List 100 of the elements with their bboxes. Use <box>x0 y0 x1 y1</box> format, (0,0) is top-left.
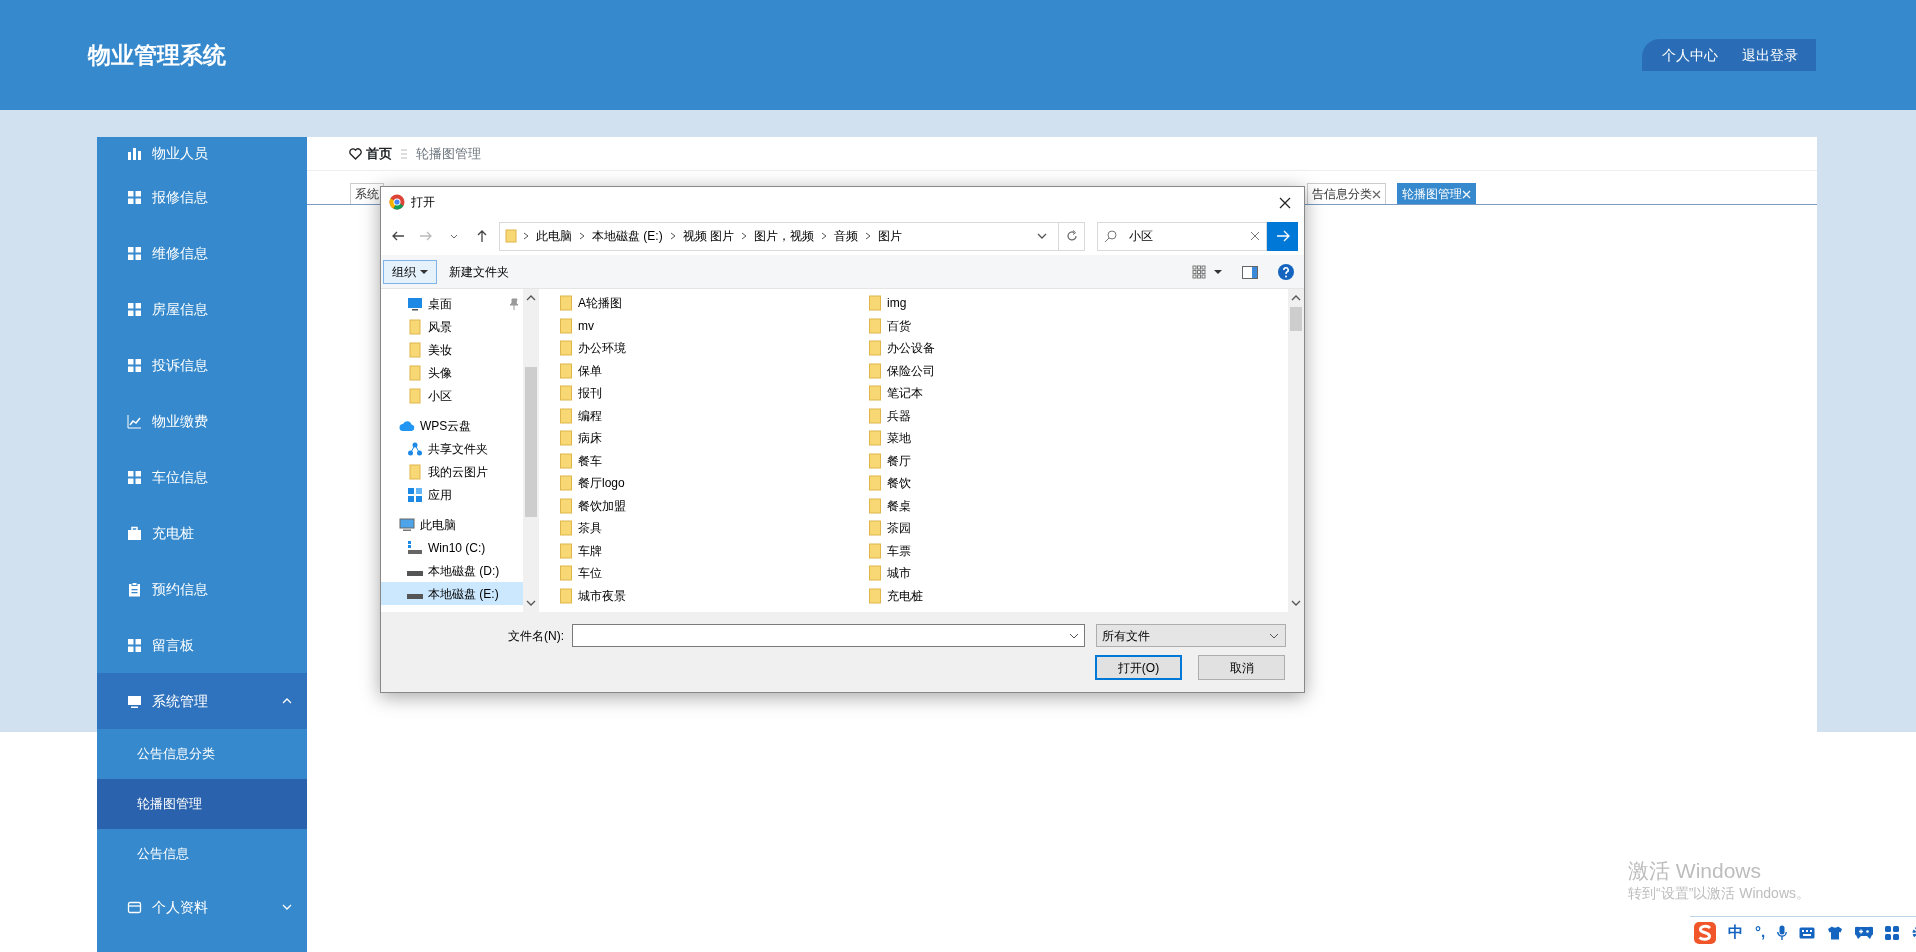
nav-item[interactable]: 头像 <box>381 361 523 384</box>
file-item[interactable]: 笔记本 <box>868 382 1177 405</box>
nav-item[interactable]: 本地磁盘 (D:) <box>381 559 523 582</box>
header-link[interactable]: 退出登录 <box>1742 44 1798 66</box>
nav-item[interactable]: WPS云盘 <box>381 414 523 437</box>
file-item[interactable]: 车位 <box>559 562 868 585</box>
tab[interactable]: 系统 <box>350 183 384 204</box>
cancel-button[interactable]: 取消 <box>1198 655 1285 680</box>
sidebar-item[interactable]: 车位信息 <box>97 449 307 505</box>
nav-item[interactable]: 桌面 <box>381 292 523 315</box>
drive-icon <box>407 571 423 576</box>
search-field[interactable]: 小区 <box>1097 221 1267 251</box>
path-segment[interactable]: 音频 <box>828 227 864 245</box>
nav-item[interactable]: 小区 <box>381 384 523 407</box>
sidebar-item[interactable]: 投诉信息 <box>97 337 307 393</box>
file-item[interactable]: A轮播图 <box>559 292 868 315</box>
nav-item[interactable]: 共享文件夹 <box>381 437 523 460</box>
sidebar-item[interactable]: 系统管理 <box>97 673 307 729</box>
folder-icon <box>407 341 423 358</box>
organize-button[interactable]: 组织 <box>383 259 437 284</box>
file-item[interactable]: 餐厅 <box>868 449 1177 472</box>
nav-item[interactable]: 应用 <box>381 483 523 506</box>
file-item[interactable]: 办公设备 <box>868 337 1177 360</box>
file-item[interactable]: 编程 <box>559 404 868 427</box>
file-item[interactable]: 百货 <box>868 314 1177 337</box>
search-button[interactable] <box>1267 221 1298 251</box>
file-item[interactable]: 办公环境 <box>559 337 868 360</box>
file-item[interactable]: img <box>868 292 1177 315</box>
shirt-icon[interactable] <box>1827 925 1844 940</box>
keyboard-icon[interactable] <box>1799 926 1816 939</box>
sidebar-item[interactable]: 物业缴费 <box>97 393 307 449</box>
file-item[interactable]: 餐厅logo <box>559 472 868 495</box>
sidebar-subitem[interactable]: 公告信息分类 <box>97 729 307 779</box>
home-link[interactable]: 首页 <box>349 143 392 164</box>
microphone-icon[interactable] <box>1777 924 1788 941</box>
drive-icon <box>407 594 423 599</box>
gamepad-icon[interactable] <box>1855 925 1874 940</box>
new-folder-button[interactable]: 新建文件夹 <box>441 260 517 283</box>
filename-field[interactable] <box>572 624 1085 647</box>
sidebar-item[interactable]: 物业人员 <box>97 137 307 169</box>
scroll-thumb[interactable] <box>1290 307 1302 331</box>
sidebar-subitem[interactable]: 轮播图管理 <box>97 779 307 829</box>
folder-icon <box>407 387 423 404</box>
path-segment[interactable]: 图片 <box>872 227 908 245</box>
sidebar-item[interactable]: 维修信息 <box>97 225 307 281</box>
header-link[interactable]: 个人中心 <box>1662 44 1718 66</box>
sidebar-item[interactable]: 预约信息 <box>97 561 307 617</box>
nav-item[interactable]: 本地磁盘 (E:) <box>381 582 523 605</box>
file-item[interactable]: 车牌 <box>559 539 868 562</box>
grid-icon <box>127 637 142 653</box>
file-item[interactable]: 保单 <box>559 359 868 382</box>
file-item[interactable]: 城市 <box>868 562 1177 585</box>
folder-icon <box>868 587 882 604</box>
file-item[interactable]: 茶园 <box>868 517 1177 540</box>
path-segment[interactable]: 此电脑 <box>530 227 578 245</box>
apps-icon[interactable] <box>1885 925 1900 940</box>
scroll-thumb[interactable] <box>525 367 537 517</box>
file-item[interactable]: 餐饮加盟 <box>559 494 868 517</box>
file-item[interactable]: 餐饮 <box>868 472 1177 495</box>
clipboard-icon <box>127 581 142 597</box>
file-item[interactable]: 茶具 <box>559 517 868 540</box>
nav-item[interactable]: 风景 <box>381 315 523 338</box>
nav-item[interactable]: 美妆 <box>381 338 523 361</box>
address-bar[interactable]: 此电脑 本地磁盘 (E:) 视频 图片 图片，视频 音频 图片 <box>499 221 1085 251</box>
open-button[interactable]: 打开(O) <box>1095 655 1182 680</box>
sidebar-item[interactable]: 个人资料 <box>97 879 307 935</box>
path-segment[interactable]: 图片，视频 <box>748 227 820 245</box>
file-item[interactable]: 菜地 <box>868 427 1177 450</box>
sidebar-item[interactable]: 报修信息 <box>97 169 307 225</box>
sidebar-item[interactable]: 房屋信息 <box>97 281 307 337</box>
tab[interactable]: 轮播图管理 <box>1397 183 1476 204</box>
scrollbar[interactable] <box>523 289 539 612</box>
grid-icon <box>127 245 142 261</box>
file-item[interactable]: 城市夜景 <box>559 584 868 607</box>
sidebar-item[interactable]: 充电桩 <box>97 505 307 561</box>
sidebar-subitem[interactable]: 公告信息 <box>97 829 307 879</box>
scrollbar[interactable] <box>1288 289 1304 612</box>
file-item[interactable]: 车票 <box>868 539 1177 562</box>
tab[interactable]: 告信息分类 <box>1307 183 1386 204</box>
file-item[interactable]: 保险公司 <box>868 359 1177 382</box>
path-segment[interactable]: 本地磁盘 (E:) <box>586 227 669 245</box>
file-item[interactable]: 餐桌 <box>868 494 1177 517</box>
nav-item[interactable]: Win10 (C:) <box>381 536 523 559</box>
file-item[interactable]: 报刊 <box>559 382 868 405</box>
file-item[interactable]: 病床 <box>559 427 868 450</box>
ime-indicator[interactable]: 中 <box>1728 921 1743 944</box>
file-item[interactable]: mv <box>559 314 868 337</box>
chevron-icon <box>864 231 872 241</box>
line-chart-icon <box>127 413 142 429</box>
ime-indicator[interactable]: °, <box>1755 921 1766 944</box>
path-segment[interactable]: 视频 图片 <box>676 227 740 245</box>
browser-icon <box>389 194 405 210</box>
file-item[interactable]: 兵器 <box>868 404 1177 427</box>
folder-icon <box>504 229 518 243</box>
nav-item[interactable]: 我的云图片 <box>381 460 523 483</box>
file-type-select[interactable]: 所有文件 <box>1096 624 1286 647</box>
nav-item[interactable]: 此电脑 <box>381 513 523 536</box>
file-item[interactable]: 充电桩 <box>868 584 1177 607</box>
sidebar-item[interactable]: 留言板 <box>97 617 307 673</box>
file-item[interactable]: 餐车 <box>559 449 868 472</box>
